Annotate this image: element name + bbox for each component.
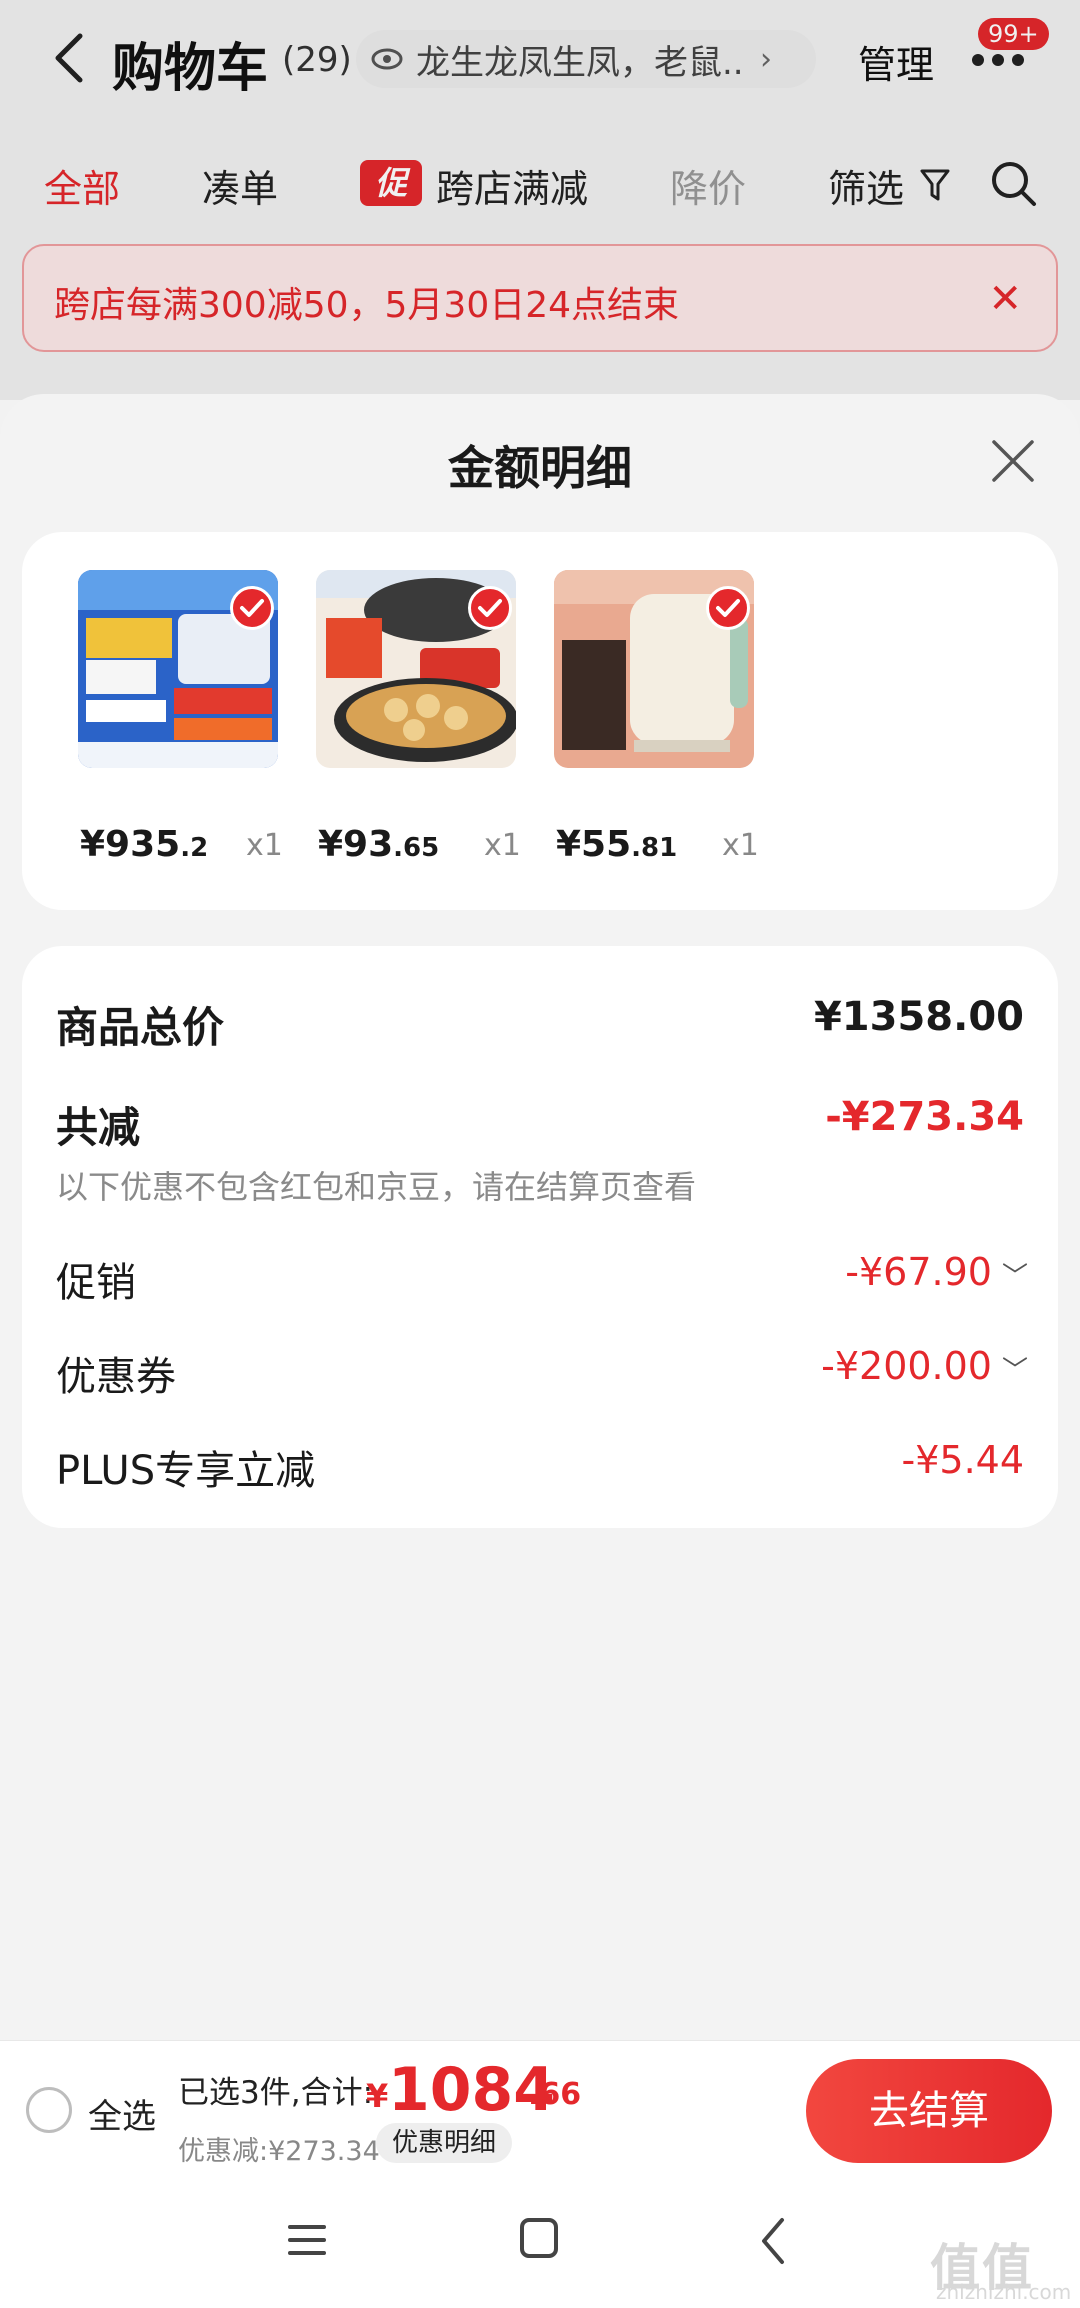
checkout-button[interactable]: 去结算 xyxy=(806,2059,1052,2163)
close-icon[interactable] xyxy=(990,438,1036,484)
price-summary-card: 商品总价 ¥1358.00 共减 -¥273.34 以下优惠不包含红包和京豆，请… xyxy=(22,946,1058,1528)
price-decimal: .2 xyxy=(180,833,209,863)
coupon-label: 优惠券 xyxy=(56,1354,176,1400)
plus-discount-label: PLUS专享立减 xyxy=(56,1448,316,1494)
sheet-title: 金额明细 xyxy=(448,441,632,495)
price-integer: ¥935 xyxy=(80,824,181,865)
total-decimal: .66 xyxy=(528,2077,582,2112)
watermark-url: zhizhizhi.com xyxy=(936,2280,1072,2304)
home-icon[interactable] xyxy=(520,2218,558,2258)
chevron-down-icon: ﹀ xyxy=(1001,1356,1028,1386)
discount-detail-button[interactable]: 优惠明细 xyxy=(376,2123,513,2163)
promo-row-value[interactable]: -¥67.90 ﹀ xyxy=(845,1250,1028,1294)
product-price: ¥93.65 xyxy=(318,824,439,865)
selected-check-icon[interactable] xyxy=(706,586,750,630)
overlay-dim xyxy=(0,0,1080,400)
menu-icon[interactable] xyxy=(288,2222,326,2258)
price-integer: ¥93 xyxy=(318,824,394,865)
system-nav-bar: 值值值 zhizhizhi.com xyxy=(0,2178,1080,2308)
chevron-down-icon: ﹀ xyxy=(1001,1262,1028,1292)
back-icon[interactable] xyxy=(758,2216,788,2266)
product-price: ¥935.2 xyxy=(80,824,208,865)
price-decimal: .65 xyxy=(393,833,440,863)
price-decimal: .81 xyxy=(631,833,678,863)
coupon-value: -¥200.00 xyxy=(821,1344,992,1388)
discount-summary: 优惠减:¥273.34 xyxy=(178,2136,380,2167)
discount-note: 以下优惠不包含红包和京豆，请在结算页查看 xyxy=(56,1168,697,1206)
product-quantity: x1 xyxy=(722,828,759,863)
product-quantity: x1 xyxy=(484,828,521,863)
amount-detail-sheet: 金额明细 ¥935.2 x1 ¥93.65 x1 ¥55.81 x1 商品总价 … xyxy=(0,394,1080,2044)
promo-value: -¥67.90 xyxy=(845,1250,992,1294)
select-all-label[interactable]: 全选 xyxy=(88,2089,156,2138)
plus-discount-value: -¥5.44 xyxy=(901,1438,1025,1482)
price-integer: ¥55 xyxy=(556,824,632,865)
total-reduce-label: 共减 xyxy=(56,1103,141,1152)
total-price-value: ¥1358.00 xyxy=(813,994,1024,1040)
selected-count-text: 已选3件,合计: xyxy=(178,2075,374,2111)
promo-label: 促销 xyxy=(56,1260,136,1306)
selected-check-icon[interactable] xyxy=(468,586,512,630)
select-all-radio[interactable] xyxy=(26,2087,72,2133)
checkout-bar: 全选 已选3件,合计: ¥ 1084 .66 优惠减:¥273.34 优惠明细 … xyxy=(0,2040,1080,2178)
coupon-row-value[interactable]: -¥200.00 ﹀ xyxy=(821,1344,1028,1388)
selected-check-icon[interactable] xyxy=(230,586,274,630)
total-currency: ¥ xyxy=(366,2077,389,2115)
total-reduce-value: -¥273.34 xyxy=(825,1094,1024,1140)
product-list-card: ¥935.2 x1 ¥93.65 x1 ¥55.81 x1 xyxy=(22,532,1058,910)
total-price-label: 商品总价 xyxy=(56,1003,225,1052)
product-quantity: x1 xyxy=(246,828,283,863)
product-price: ¥55.81 xyxy=(556,824,677,865)
